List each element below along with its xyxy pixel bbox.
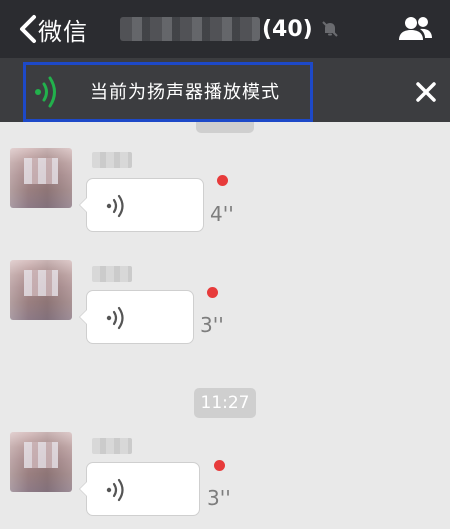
voice-wave-icon [106,478,124,502]
speaker-icon [35,76,56,108]
voice-bubble[interactable] [79,462,200,516]
avatar[interactable] [10,432,72,492]
voice-wave-icon [106,306,124,330]
unread-dot [217,175,228,186]
navigation-bar: 微信 (40) [0,0,450,58]
sender-name-blurred [92,152,132,168]
voice-bubble[interactable] [79,178,204,232]
timestamp: 11:27 [194,388,256,418]
voice-duration: 3'' [207,486,231,510]
group-name-blurred [120,17,260,41]
voice-duration: 4'' [210,202,234,226]
muted-bell-icon [322,21,338,37]
back-button[interactable]: 微信 [14,9,88,49]
timestamp-pill-partial [196,122,254,133]
unread-dot [214,460,225,471]
sender-name-blurred [92,438,132,454]
avatar[interactable] [10,148,72,208]
voice-duration: 3'' [200,313,224,337]
voice-wave-icon [106,194,124,218]
people-icon[interactable] [396,12,436,46]
avatar[interactable] [10,260,72,320]
chat-title: (40) [120,12,339,46]
voice-bubble[interactable] [79,290,194,344]
speaker-mode-text: 当前为扬声器播放模式 [90,82,280,103]
sender-name-blurred [92,266,132,282]
back-label: 微信 [38,17,88,46]
member-count: (40) [262,16,313,42]
close-icon[interactable] [412,78,440,106]
unread-dot [207,287,218,298]
